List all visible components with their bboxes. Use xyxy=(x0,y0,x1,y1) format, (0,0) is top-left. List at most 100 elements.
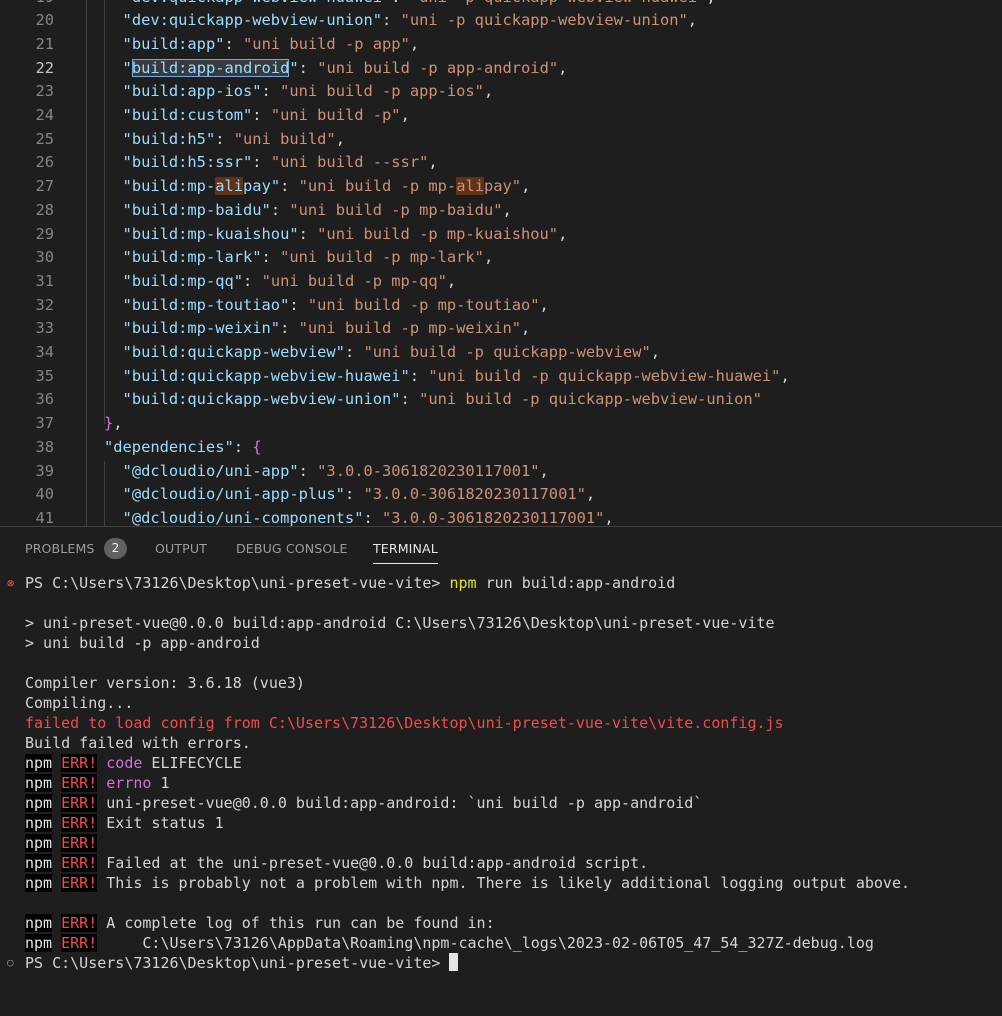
npm-err-tag: ERR! xyxy=(61,834,98,852)
line-number: 29 xyxy=(35,224,54,243)
code-text: "@dcloudio/uni-app": "3.0.0-306182023011… xyxy=(104,460,549,484)
code-token: "uni build -p app" xyxy=(243,34,410,53)
code-text: }, xyxy=(104,412,123,436)
line-number: 23 xyxy=(35,82,54,101)
npm-tag: npm xyxy=(25,914,53,932)
code-token: { xyxy=(252,437,262,456)
code-token: , xyxy=(780,366,790,385)
code-text: "build:mp-lark": "uni build -p mp-lark", xyxy=(104,246,494,270)
code-token: , xyxy=(650,343,661,361)
code-token: "build:mp-baidu" xyxy=(122,200,271,219)
code-token: "build:h5" xyxy=(122,129,216,148)
code-line: 40 "@dcloudio/uni-app-plus": "3.0.0-3061… xyxy=(0,483,1002,507)
code-token: "build:mp-toutiao" xyxy=(122,295,290,314)
code-token: "uni build -p mp-baidu" xyxy=(289,200,503,219)
code-text: "build:h5:ssr": "uni build --ssr", xyxy=(104,151,438,175)
code-line: 39 "@dcloudio/uni-app": "3.0.0-306182023… xyxy=(0,460,1002,484)
code-token: "uni build -p mp-toutiao" xyxy=(307,295,540,314)
tab-output[interactable]: OUTPUT xyxy=(155,541,207,556)
code-token: , xyxy=(483,82,494,101)
code-text: "build:mp-baidu": "uni build -p mp-baidu… xyxy=(104,199,512,223)
npm-tag: npm xyxy=(25,834,53,852)
code-token: : xyxy=(252,106,271,124)
terminal-text: code xyxy=(106,754,143,772)
code-token: : xyxy=(298,461,318,480)
terminal-line: npm ERR! errno 1 xyxy=(25,773,170,793)
terminal-output[interactable]: ⊗ PS C:\Users\73126\Desktop\uni-preset-vu… xyxy=(0,571,1002,1016)
npm-tag: npm xyxy=(25,774,53,792)
code-token: "build:quickapp-webview" xyxy=(122,343,345,361)
code-token: } xyxy=(104,414,114,433)
code-editor[interactable]: 19 "dev:quickapp-webview-huawei": "uni -… xyxy=(0,0,1002,526)
code-text: "build:quickapp-webview-union": "uni bui… xyxy=(104,388,762,412)
terminal-line: npm ERR! uni-preset-vue@0.0.0 build:app-… xyxy=(25,793,702,813)
line-number: 26 xyxy=(35,153,54,172)
code-token: "uni build -p mp-qq" xyxy=(261,271,447,290)
code-line: 38 "dependencies": { xyxy=(0,436,1002,460)
terminal-text: 1 xyxy=(151,774,170,792)
command-pending-icon[interactable]: ○ xyxy=(7,953,14,973)
terminal-text: errno xyxy=(106,774,152,792)
problems-count-badge: 2 xyxy=(104,538,127,559)
code-token: "@dcloudio/uni-app" xyxy=(122,461,299,480)
tab-terminal[interactable]: TERMINAL xyxy=(373,541,438,564)
terminal-text: Compiling... xyxy=(25,694,134,712)
code-line: 30 "build:mp-lark": "uni build -p mp-lar… xyxy=(0,246,1002,270)
terminal-line: npm ERR! This is probably not a problem … xyxy=(25,873,910,893)
code-token: "uni build" xyxy=(233,129,336,148)
line-number: 25 xyxy=(35,129,54,148)
code-token: "dev:quickapp-webview-union" xyxy=(122,11,382,30)
code-token: : xyxy=(215,129,234,148)
code-text: "build:h5": "uni build", xyxy=(104,128,345,152)
code-token: , xyxy=(446,271,457,290)
npm-tag: npm xyxy=(25,934,53,952)
code-line: 19 "dev:quickapp-webview-huawei": "uni -… xyxy=(0,0,1002,9)
tab-problems[interactable]: PROBLEMS xyxy=(25,541,95,556)
code-token: , xyxy=(558,224,568,243)
tab-debug-console[interactable]: DEBUG CONSOLE xyxy=(236,541,348,556)
line-number: 32 xyxy=(35,295,54,314)
code-token: "build:h5:ssr" xyxy=(122,153,253,172)
code-token: , xyxy=(558,58,568,77)
code-token: , xyxy=(687,11,698,30)
code-token: , xyxy=(409,34,420,53)
code-token: "@dcloudio/uni-app-plus" xyxy=(122,485,345,504)
code-token: " xyxy=(122,58,132,77)
code-line: 24 "build:custom": "uni build -p", xyxy=(0,104,1002,128)
code-token: "uni build --ssr" xyxy=(270,153,429,172)
code-token: "uni build -p mp-weixin" xyxy=(298,319,522,338)
line-number: 40 xyxy=(35,485,54,504)
code-token: "uni build -p quickapp-webview-huawei" xyxy=(428,366,781,385)
code-token: , xyxy=(335,129,345,148)
code-token: "dev:quickapp-webview-huawei" xyxy=(123,0,392,6)
terminal-text: This is probably not a problem with npm.… xyxy=(97,874,911,892)
line-number: 21 xyxy=(35,34,54,53)
code-token: "uni build -p app-android" xyxy=(317,58,559,77)
line-number: 30 xyxy=(35,248,54,267)
code-token: , xyxy=(113,414,123,433)
terminal-text: Failed at the uni-preset-vue@0.0.0 build… xyxy=(97,854,649,872)
terminal-cursor xyxy=(449,953,459,971)
terminal-line: npm ERR! Exit status 1 xyxy=(25,813,224,833)
command-failed-icon[interactable]: ⊗ xyxy=(7,573,14,593)
terminal-line: PS C:\Users\73126\Desktop\uni-preset-vue… xyxy=(25,573,675,593)
code-token: : xyxy=(261,82,281,101)
code-text: "build:app": "uni build -p app", xyxy=(104,33,420,57)
code-text: "@dcloudio/uni-components": "3.0.0-30618… xyxy=(104,507,614,526)
code-line: 25 "build:h5": "uni build", xyxy=(0,128,1002,152)
code-token: "uni build -p mp-kuaishou" xyxy=(317,224,559,243)
